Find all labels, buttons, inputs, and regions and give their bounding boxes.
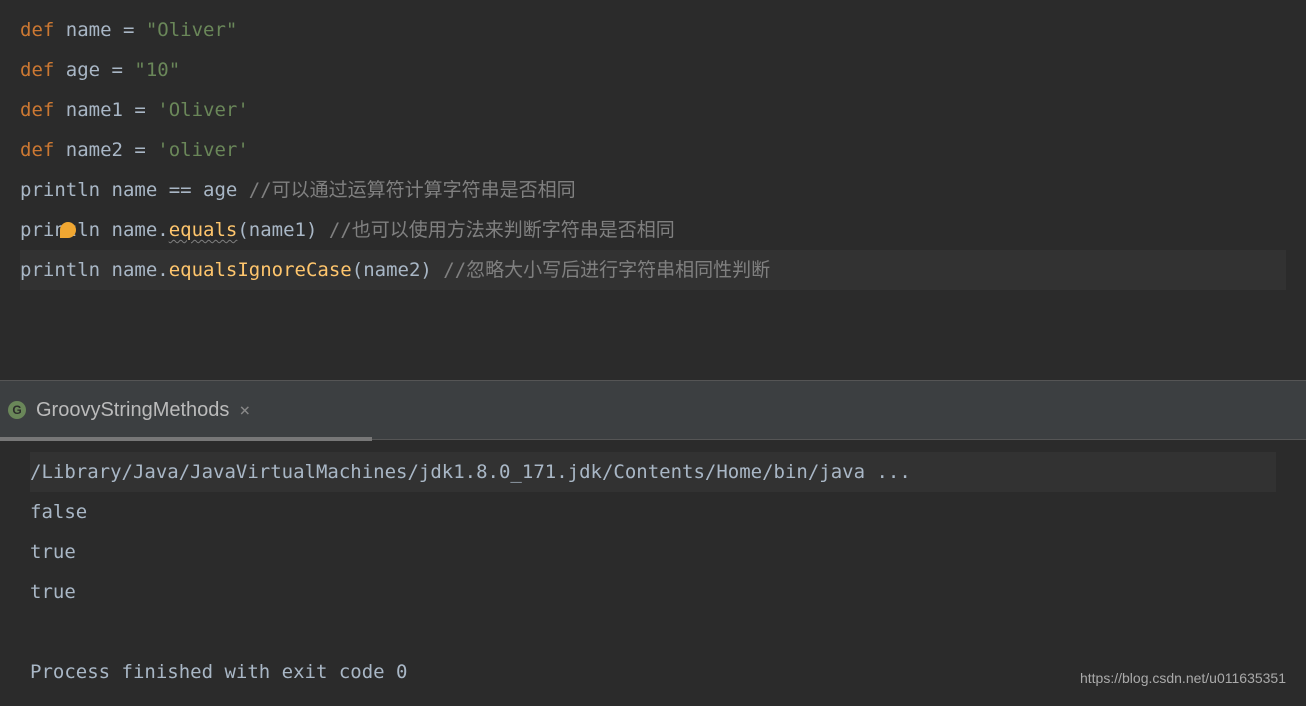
code-token: def bbox=[20, 139, 66, 161]
console-line: false bbox=[30, 492, 1276, 532]
code-token: "10" bbox=[134, 59, 180, 81]
code-token: //也可以使用方法来判断字符串是否相同 bbox=[329, 219, 675, 241]
code-line: def name1 = 'Oliver' bbox=[20, 90, 1286, 130]
code-token: //忽略大小写后进行字符串相同性判断 bbox=[443, 259, 770, 281]
code-token: = bbox=[134, 139, 157, 161]
code-line: println name == age //可以通过运算符计算字符串是否相同 bbox=[20, 170, 1286, 210]
code-token: name1 bbox=[66, 99, 135, 121]
code-token: = bbox=[112, 59, 135, 81]
code-token: (name1) bbox=[237, 219, 329, 241]
code-token: def bbox=[20, 59, 66, 81]
run-tab-bar: G GroovyStringMethods × bbox=[0, 380, 1306, 440]
intention-bulb-icon[interactable] bbox=[60, 222, 76, 238]
code-token: equalsIgnoreCase bbox=[169, 259, 352, 281]
console-command: /Library/Java/JavaVirtualMachines/jdk1.8… bbox=[30, 452, 1276, 492]
code-token: = bbox=[134, 99, 157, 121]
watermark: https://blog.csdn.net/u011635351 bbox=[1080, 658, 1286, 698]
console-output[interactable]: /Library/Java/JavaVirtualMachines/jdk1.8… bbox=[0, 440, 1306, 704]
code-token: 'Oliver' bbox=[157, 99, 249, 121]
code-token: println name. bbox=[20, 259, 169, 281]
code-token: def bbox=[20, 99, 66, 121]
code-token: (name2) bbox=[352, 259, 444, 281]
code-line: println name.equals(name1) //也可以使用方法来判断字… bbox=[20, 210, 1286, 250]
console-line: true bbox=[30, 572, 1276, 612]
console-line: true bbox=[30, 532, 1276, 572]
groovy-icon: G bbox=[8, 401, 26, 419]
run-tab-title[interactable]: GroovyStringMethods bbox=[36, 399, 229, 422]
code-token: println name. bbox=[20, 219, 169, 241]
code-token: name2 bbox=[66, 139, 135, 161]
code-line: def name = "Oliver" bbox=[20, 10, 1286, 50]
code-token: = bbox=[123, 19, 146, 41]
code-editor[interactable]: def name = "Oliver"def age = "10"def nam… bbox=[0, 0, 1306, 380]
code-token: "Oliver" bbox=[146, 19, 238, 41]
code-line: def name2 = 'oliver' bbox=[20, 130, 1286, 170]
code-token: //可以通过运算符计算字符串是否相同 bbox=[249, 179, 576, 201]
code-token: def bbox=[20, 19, 66, 41]
code-token: equals bbox=[169, 219, 238, 241]
code-token: age bbox=[66, 59, 112, 81]
code-token: name bbox=[66, 19, 123, 41]
code-token: println name == age bbox=[20, 179, 249, 201]
code-line: def age = "10" bbox=[20, 50, 1286, 90]
console-line bbox=[30, 612, 1276, 652]
code-line: println name.equalsIgnoreCase(name2) //忽… bbox=[20, 250, 1286, 290]
close-icon[interactable]: × bbox=[239, 400, 250, 421]
code-token: 'oliver' bbox=[157, 139, 249, 161]
